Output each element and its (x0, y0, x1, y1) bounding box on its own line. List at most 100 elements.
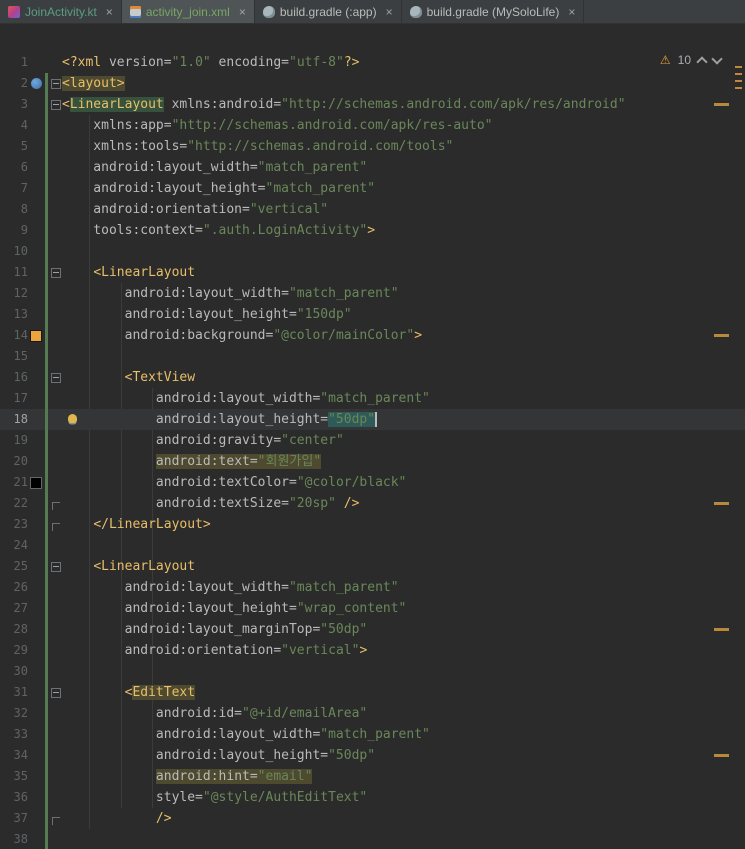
code-text[interactable]: tools:context=".auth.LoginActivity"> (62, 220, 745, 241)
code-text[interactable]: android:hint="email" (62, 766, 745, 787)
code-editor[interactable]: 1 <?xml version="1.0" encoding="utf-8"?> 2… (0, 24, 745, 849)
error-stripe-scrollbar[interactable] (733, 24, 745, 849)
code-text[interactable]: <TextView (62, 367, 745, 388)
code-text[interactable]: xmlns:app="http://schemas.android.com/ap… (62, 115, 745, 136)
gutter-icon-slot (28, 325, 44, 346)
fold-end-icon[interactable] (51, 502, 60, 510)
fold-collapse-icon[interactable] (50, 100, 61, 110)
fold-gutter (49, 94, 62, 115)
intention-bulb-icon[interactable] (68, 414, 77, 423)
tab-activity-join-xml[interactable]: activity_join.xml × (121, 0, 255, 23)
close-tab-icon[interactable]: × (106, 6, 113, 18)
code-text[interactable]: android:textColor="@color/black" (62, 472, 745, 493)
code-text[interactable]: android:id="@+id/emailArea" (62, 703, 745, 724)
code-text[interactable]: android:layout_marginTop="50dp" (62, 619, 745, 640)
chevron-up-icon[interactable] (696, 55, 708, 68)
close-tab-icon[interactable]: × (386, 6, 393, 18)
fold-gutter (49, 283, 62, 304)
vcs-change-marker (45, 283, 48, 304)
layout-preview-icon[interactable] (30, 78, 42, 89)
code-text[interactable]: <LinearLayout (62, 556, 745, 577)
code-text[interactable] (62, 346, 745, 367)
editor-lines: 1 <?xml version="1.0" encoding="utf-8"?> 2… (0, 52, 745, 849)
code-text[interactable]: <?xml version="1.0" encoding="utf-8"?> (62, 52, 745, 73)
close-tab-icon[interactable]: × (239, 6, 246, 18)
gutter-icon-slot (28, 493, 44, 514)
code-text[interactable]: <layout> (62, 73, 745, 94)
gradle-file-icon (409, 5, 422, 18)
code-text[interactable] (62, 829, 745, 849)
code-text[interactable]: style="@style/AuthEditText" (62, 787, 745, 808)
code-text[interactable]: android:layout_width="match_parent" (62, 157, 745, 178)
code-token: android:layout_width= (62, 160, 258, 175)
code-token: "@style/AuthEditText" (202, 790, 368, 805)
warning-stripe-tick[interactable] (735, 66, 742, 68)
code-token: android:layout_height= (62, 307, 297, 322)
code-text[interactable] (62, 535, 745, 556)
close-tab-icon[interactable]: × (568, 6, 575, 18)
fold-collapse-icon[interactable] (50, 79, 61, 89)
code-text[interactable] (62, 241, 745, 262)
inspection-widget[interactable]: ⚠ 10 (660, 53, 723, 68)
fold-gutter (49, 178, 62, 199)
gutter-icon-slot (28, 367, 44, 388)
code-line: 11 <LinearLayout (0, 262, 745, 283)
code-text[interactable]: android:orientation="vertical" (62, 199, 745, 220)
code-text[interactable]: </LinearLayout> (62, 514, 745, 535)
tab-joinactivity-kt[interactable]: JoinActivity.kt × (0, 0, 122, 23)
line-number: 13 (13, 307, 28, 321)
code-text[interactable]: xmlns:tools="http://schemas.android.com/… (62, 136, 745, 157)
warning-stripe-tick[interactable] (735, 80, 742, 82)
warning-count[interactable]: 10 (678, 53, 691, 67)
code-token: "50dp" (320, 622, 368, 637)
code-text[interactable]: /> (62, 808, 745, 829)
code-text[interactable]: android:textSize="20sp" /> (62, 493, 745, 514)
line-number: 29 (13, 643, 28, 657)
fold-end-icon[interactable] (51, 817, 60, 825)
code-text[interactable]: android:text="회원가입" (62, 451, 745, 472)
vcs-change-marker (45, 556, 48, 577)
code-token: android:orientation= (62, 643, 282, 658)
code-text[interactable]: <EditText (62, 682, 745, 703)
vcs-change-marker (45, 640, 48, 661)
gutter-icon-slot (28, 640, 44, 661)
code-line: 3 <LinearLayout xmlns:android="http://sch… (0, 94, 745, 115)
chevron-down-icon[interactable] (711, 53, 723, 65)
code-text[interactable]: android:layout_height="150dp" (62, 304, 745, 325)
gutter-icon-slot (28, 157, 44, 178)
code-text[interactable]: android:background="@color/mainColor"> (62, 325, 745, 346)
code-token: android:orientation= (62, 202, 250, 217)
warning-line-mark (714, 628, 729, 631)
layout-xml-file-icon (129, 5, 141, 18)
code-text[interactable]: android:layout_height="wrap_content" (62, 598, 745, 619)
tab-build-gradle-app[interactable]: build.gradle (:app) × (255, 0, 402, 23)
fold-end-icon[interactable] (51, 523, 60, 531)
vcs-change-marker (45, 619, 48, 640)
code-text[interactable]: android:layout_width="match_parent" (62, 283, 745, 304)
code-text[interactable]: android:layout_height="50dp" (62, 409, 745, 430)
code-text[interactable]: android:layout_height="50dp" (62, 745, 745, 766)
fold-collapse-icon[interactable] (50, 373, 61, 383)
code-text[interactable]: android:orientation="vertical"> (62, 640, 745, 661)
code-text[interactable]: android:layout_width="match_parent" (62, 388, 745, 409)
code-text[interactable] (62, 661, 745, 682)
fold-collapse-icon[interactable] (50, 562, 61, 572)
code-text[interactable]: <LinearLayout (62, 262, 745, 283)
gutter-icon-slot (28, 619, 44, 640)
warning-stripe-tick[interactable] (735, 73, 742, 75)
code-text[interactable]: android:gravity="center" (62, 430, 745, 451)
fold-collapse-icon[interactable] (50, 688, 61, 698)
tab-build-gradle-mysololife[interactable]: build.gradle (MySoloLife) × (402, 0, 585, 23)
fold-collapse-icon[interactable] (50, 268, 61, 278)
code-text[interactable]: android:layout_width="match_parent" (62, 577, 745, 598)
code-token: "회원가입" (257, 454, 322, 469)
ide-window: JoinActivity.kt × activity_join.xml × build.… (0, 0, 745, 849)
gutter-icon-slot (28, 52, 44, 73)
code-text[interactable]: android:layout_height="match_parent" (62, 178, 745, 199)
code-text[interactable]: android:layout_width="match_parent" (62, 724, 745, 745)
color-swatch-black-icon[interactable] (30, 476, 42, 489)
color-swatch-maincolor-icon[interactable] (30, 329, 42, 342)
code-token: android:layout_width= (62, 580, 289, 595)
code-text[interactable]: <LinearLayout xmlns:android="http://sche… (62, 94, 745, 115)
warning-stripe-tick[interactable] (735, 87, 742, 89)
